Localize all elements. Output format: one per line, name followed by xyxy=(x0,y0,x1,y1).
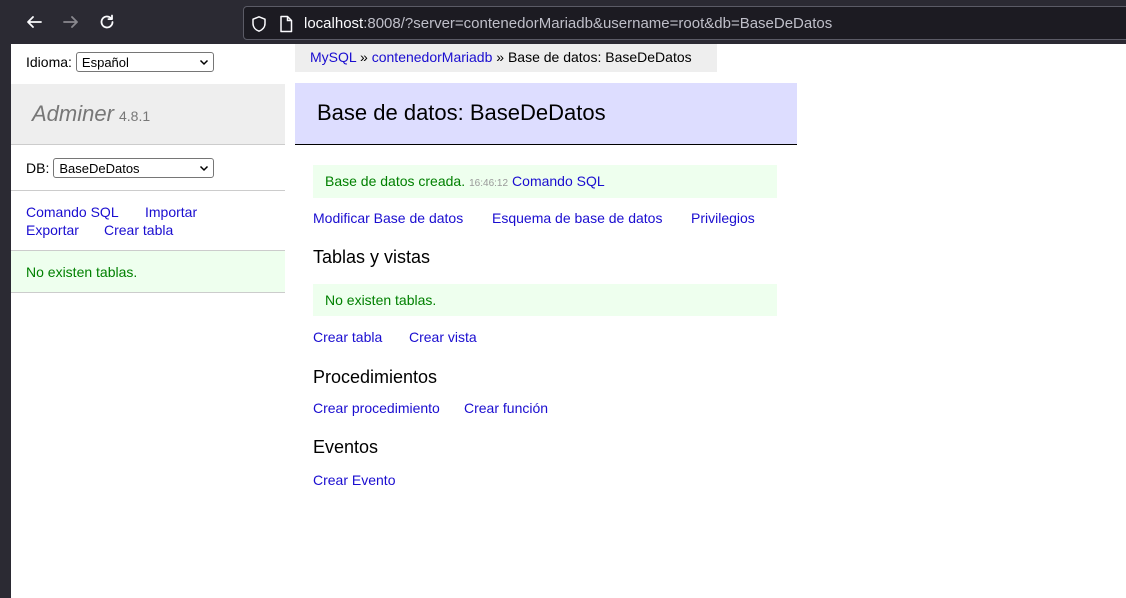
sidebar-empty-text: No existen tablas. xyxy=(26,264,138,280)
url-host: localhost xyxy=(304,15,364,32)
divider xyxy=(11,190,285,191)
chevron-down-icon xyxy=(199,59,208,66)
breadcrumb-server[interactable]: contenedorMariadb xyxy=(372,49,493,65)
events-heading: Eventos xyxy=(313,437,379,457)
privileges-link[interactable]: Privilegios xyxy=(691,210,755,226)
sidebar-empty-message: No existen tablas. xyxy=(11,250,285,293)
page-title: Base de datos: BaseDeDatos xyxy=(317,100,606,125)
reload-icon[interactable] xyxy=(95,10,119,34)
app-name[interactable]: Adminer xyxy=(32,101,114,127)
tables-empty-message: No existen tablas. xyxy=(313,284,777,316)
success-time: 16:46:12 xyxy=(469,178,509,189)
success-text: Base de datos creada. xyxy=(325,173,466,189)
window-edge xyxy=(0,44,11,598)
create-view-link[interactable]: Crear vista xyxy=(409,329,477,345)
db-label: DB: xyxy=(26,160,50,176)
create-function-link[interactable]: Crear función xyxy=(464,400,548,416)
breadcrumb: MySQL » contenedorMariadb » Base de dato… xyxy=(295,44,717,72)
db-row: DB: BaseDeDatos xyxy=(26,158,215,178)
success-message: Base de datos creada. 16:46:12 Comando SQL xyxy=(313,165,777,198)
url-path: :8008/?server=contenedorMariadb&username… xyxy=(363,15,833,32)
breadcrumb-separator: » xyxy=(356,49,372,65)
page-header: Base de datos: BaseDeDatos xyxy=(295,83,797,145)
shield-icon[interactable] xyxy=(250,15,268,33)
chevron-down-icon xyxy=(200,165,209,172)
create-procedure-link[interactable]: Crear procedimiento xyxy=(313,400,440,416)
sidebar: Idioma: Español Adminer 4.8.1 DB: BaseDe… xyxy=(11,44,285,598)
db-value: BaseDeDatos xyxy=(59,160,140,176)
app-version: 4.8.1 xyxy=(119,108,151,124)
sidebar-link-import[interactable]: Importar xyxy=(145,204,197,220)
breadcrumb-mysql[interactable]: MySQL xyxy=(310,49,356,65)
db-select[interactable]: BaseDeDatos xyxy=(53,158,215,178)
back-icon[interactable] xyxy=(22,10,46,34)
sidebar-link-create-table[interactable]: Crear tabla xyxy=(104,222,173,238)
breadcrumb-current: Base de datos: BaseDeDatos xyxy=(507,49,692,65)
language-label: Idioma: xyxy=(26,54,72,70)
browser-toolbar: localhost:8008/?server=contenedorMariadb… xyxy=(0,0,1126,44)
create-event-link[interactable]: Crear Evento xyxy=(313,472,395,488)
tables-empty-text: No existen tablas. xyxy=(325,292,437,308)
tables-heading: Tablas y vistas xyxy=(313,247,431,267)
modify-database-link[interactable]: Modificar Base de datos xyxy=(313,210,463,226)
page-icon xyxy=(280,15,293,33)
url-bar[interactable]: localhost:8008/?server=contenedorMariadb… xyxy=(243,6,1126,40)
language-value: Español xyxy=(81,54,129,70)
database-schema-link[interactable]: Esquema de base de datos xyxy=(492,210,662,226)
breadcrumb-separator: » xyxy=(492,49,508,65)
procedures-heading: Procedimientos xyxy=(313,367,438,387)
url-text[interactable]: localhost:8008/?server=contenedorMariadb… xyxy=(304,15,832,32)
sidebar-link-sql-command[interactable]: Comando SQL xyxy=(26,204,119,220)
success-sql-link[interactable]: Comando SQL xyxy=(512,173,605,189)
brand-header: Adminer 4.8.1 xyxy=(11,84,285,145)
create-table-link[interactable]: Crear tabla xyxy=(313,329,382,345)
language-row: Idioma: Español xyxy=(26,52,214,72)
language-select[interactable]: Español xyxy=(75,52,214,72)
forward-icon[interactable] xyxy=(59,10,83,34)
sidebar-link-export[interactable]: Exportar xyxy=(26,222,79,238)
